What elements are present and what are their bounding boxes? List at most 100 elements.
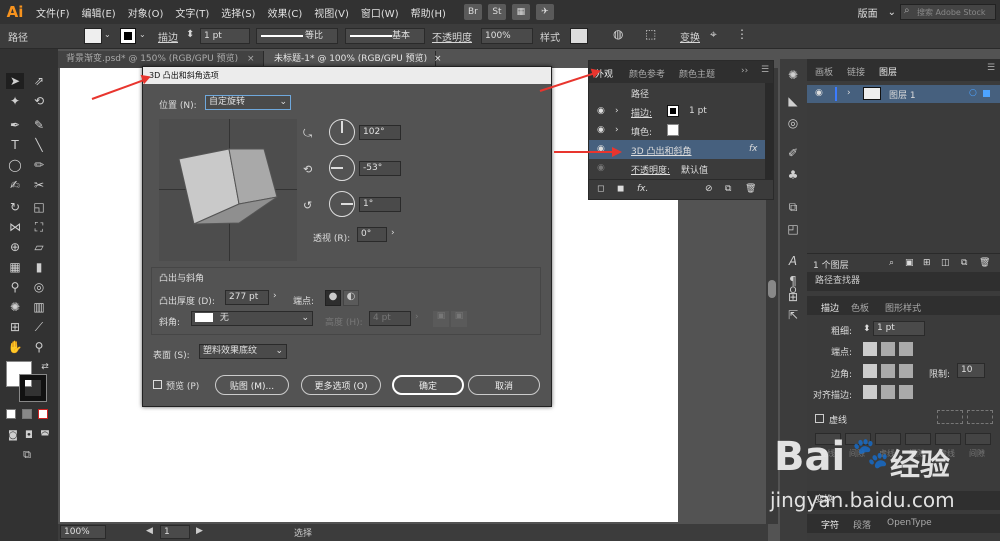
ellipse-tool-icon[interactable]: ◯ <box>6 157 24 173</box>
variable-width-profile[interactable]: 等比 <box>256 28 338 44</box>
panel-menu-icon[interactable]: ☰ <box>987 63 995 73</box>
menu-window[interactable]: 窗口(W) <box>355 5 405 20</box>
y-rotation-field[interactable]: -53° <box>359 161 401 176</box>
miter-join-icon[interactable] <box>863 364 877 378</box>
graphic-styles-icon[interactable]: ⧉ <box>784 199 802 215</box>
cap-off-icon[interactable]: ◐ <box>343 290 359 306</box>
x-rotation-field[interactable]: 102° <box>359 125 401 140</box>
tab-color-themes[interactable]: 颜色主题 <box>679 67 715 80</box>
blend-tool-icon[interactable]: ◎ <box>30 279 48 295</box>
clipping-mask-icon[interactable]: ▣ <box>905 258 914 268</box>
projecting-cap-icon[interactable] <box>899 342 913 356</box>
perspective-slider-arrow-icon[interactable]: › <box>391 228 395 238</box>
rotation-track-cube[interactable] <box>159 119 297 261</box>
export-panel-icon[interactable]: ⇱ <box>784 307 802 323</box>
tab-graphic-styles[interactable]: 图形样式 <box>885 301 921 314</box>
clear-appearance-icon[interactable]: ⊘ <box>705 184 713 194</box>
tab-artboards[interactable]: 画板 <box>815 65 833 78</box>
magic-wand-icon[interactable]: ✦ <box>6 93 24 109</box>
mesh-tool-icon[interactable]: ▦ <box>6 259 24 275</box>
round-join-icon[interactable] <box>881 364 895 378</box>
type-tool-icon[interactable]: T <box>6 137 24 153</box>
stroke-stepper-icon[interactable]: ⬍ <box>186 29 194 40</box>
appearance-scrollbar[interactable] <box>765 83 773 179</box>
arrange-documents-icon[interactable]: ▦ <box>511 4 530 20</box>
round-cap-icon[interactable] <box>881 342 895 356</box>
draw-inside-icon[interactable]: ◚ <box>36 427 54 443</box>
scissors-icon[interactable]: ✂ <box>30 177 48 193</box>
scroll-thumb[interactable] <box>768 280 776 298</box>
align-center-icon[interactable] <box>863 385 877 399</box>
layer-row[interactable]: ◉ › 图层 1 ○ <box>807 85 1000 103</box>
transparency-panel-icon[interactable]: ◎ <box>784 115 802 131</box>
hand-tool-icon[interactable]: ✋ <box>6 339 24 355</box>
align-icon[interactable]: ⬚ <box>645 27 656 41</box>
paintbrush-icon[interactable]: ✏ <box>30 157 48 173</box>
gradient-mode-icon[interactable] <box>22 409 32 419</box>
stroke-color-box[interactable] <box>19 374 47 402</box>
stock-search-field[interactable]: ⌕ 搜索 Adobe Stock <box>900 4 996 20</box>
stroke-label[interactable]: 描边 <box>158 29 178 44</box>
menu-select[interactable]: 选择(S) <box>215 5 261 20</box>
prev-artboard-icon[interactable]: ◀ <box>146 526 153 536</box>
selection-tool-icon[interactable]: ➤ <box>6 73 24 89</box>
artboard-tool-icon[interactable]: ⊞ <box>6 319 24 335</box>
opacity-field[interactable]: 100% <box>481 28 533 44</box>
rotate-tool-icon[interactable]: ↻ <box>6 199 24 215</box>
symbols-panel-icon[interactable]: ♣ <box>784 167 802 183</box>
preview-checkbox[interactable] <box>153 380 162 389</box>
add-stroke-icon[interactable]: ◻ <box>597 184 604 194</box>
fill-swatch[interactable] <box>84 28 102 44</box>
workspace-chevron-icon[interactable]: ⌄ <box>884 7 900 18</box>
tab-layers[interactable]: 图层 <box>879 65 897 78</box>
color-mode-icon[interactable] <box>6 409 16 419</box>
align-panel-icon[interactable]: ◰ <box>784 221 802 237</box>
screen-mode-icon[interactable]: ⧉ <box>18 447 36 463</box>
ok-button[interactable]: 确定 <box>392 375 464 395</box>
menu-object[interactable]: 对象(O) <box>122 5 170 20</box>
eyedropper-icon[interactable]: ⚲ <box>6 279 24 295</box>
locate-object-icon[interactable]: ⌕ <box>889 258 894 268</box>
more-options-button[interactable]: 更多选项 (O) <box>301 375 381 395</box>
cancel-button[interactable]: 取消 <box>468 375 540 395</box>
curvature-tool-icon[interactable]: ✎ <box>30 117 48 133</box>
gradient-tool-icon[interactable]: ▮ <box>30 259 48 275</box>
symbol-sprayer-icon[interactable]: ✺ <box>6 299 24 315</box>
position-select[interactable]: 自定旋转 ⌄ <box>205 95 291 110</box>
menu-edit[interactable]: 编辑(E) <box>76 5 122 20</box>
tab-links[interactable]: 链接 <box>847 65 865 78</box>
tab-stroke[interactable]: 描边 <box>821 301 839 314</box>
menu-file[interactable]: 文件(F) <box>30 5 76 20</box>
surface-select[interactable]: 塑料效果底纹 ⌄ <box>199 344 287 359</box>
brush-definition[interactable]: 基本 <box>345 28 425 44</box>
none-mode-icon[interactable] <box>38 409 48 419</box>
dash-preserve-icon[interactable] <box>937 410 963 424</box>
trash-icon[interactable]: 🗑 <box>979 258 990 268</box>
perspective-field[interactable]: 0° <box>357 227 387 242</box>
fill-row[interactable]: ◉ › 填色: <box>589 121 773 140</box>
trash-icon[interactable]: 🗑 <box>745 184 756 194</box>
column-graph-icon[interactable]: ▥ <box>30 299 48 315</box>
menu-view[interactable]: 视图(V) <box>308 5 355 20</box>
opacity-label[interactable]: 不透明度 <box>432 29 472 44</box>
menu-help[interactable]: 帮助(H) <box>405 5 452 20</box>
slice-tool-icon[interactable]: ⟋ <box>30 319 48 335</box>
pen-tool-icon[interactable]: ✒ <box>6 117 24 133</box>
add-effect-button[interactable]: fx. <box>637 184 648 194</box>
pathfinder-panel-icon[interactable]: ⊞ <box>784 289 802 305</box>
shaper-tool-icon[interactable]: ✍ <box>6 177 24 193</box>
bevel-join-icon[interactable] <box>899 364 913 378</box>
opacity-row[interactable]: ◉ 不透明度: 默认值 <box>589 159 773 178</box>
free-transform-icon[interactable]: ⛶ <box>30 219 48 235</box>
stroke-chevron-icon[interactable]: ⌄ <box>139 30 146 39</box>
close-icon[interactable]: × <box>247 54 255 64</box>
panel-menu-icon[interactable]: ☰ <box>761 65 769 75</box>
brushes-panel-icon[interactable]: ✐ <box>784 145 802 161</box>
dash-align-icon[interactable] <box>967 410 993 424</box>
z-rotation-dial[interactable] <box>329 191 355 217</box>
x-rotation-dial[interactable] <box>329 119 355 145</box>
line-tool-icon[interactable]: ╲ <box>30 137 48 153</box>
panel-menu-icon[interactable]: ⋮ <box>736 27 748 41</box>
stroke-swatch[interactable] <box>120 28 136 44</box>
y-rotation-dial[interactable] <box>329 155 355 181</box>
